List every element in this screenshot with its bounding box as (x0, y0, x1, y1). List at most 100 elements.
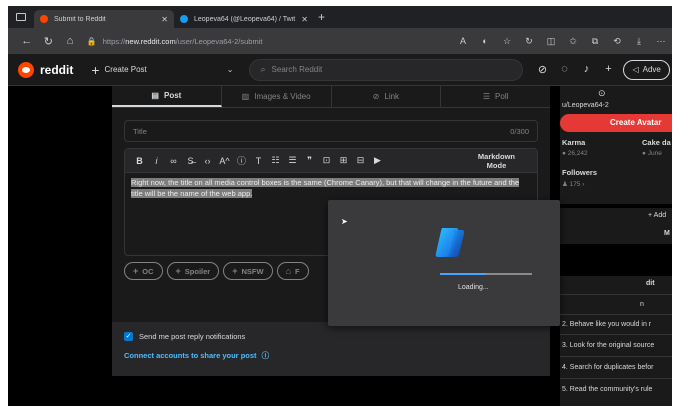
add-social-link-button[interactable]: + Add (648, 212, 666, 219)
poll-icon: ☰ (482, 92, 491, 101)
favorite-star-icon[interactable]: ☆ (496, 36, 518, 47)
search-placeholder: Search Reddit (271, 65, 323, 74)
twitter-favicon-icon (180, 15, 188, 23)
rule-item: 4. Search for duplicates befor (562, 364, 654, 371)
refresh-page-icon[interactable]: ↻ (518, 36, 540, 47)
create-avatar-button[interactable]: Create Avatar (560, 114, 672, 132)
inline-code-icon[interactable]: ‹› (199, 156, 216, 166)
advertise-button[interactable]: ◁ Adve (623, 59, 670, 80)
search-icon: ⌕ (260, 64, 266, 74)
create-post-plus-icon[interactable]: + (597, 63, 619, 76)
image-insert-icon[interactable]: ⊟ (352, 155, 369, 166)
plus-icon: + (232, 266, 238, 276)
rule-item: n (640, 301, 644, 308)
url-prefix: https:// (102, 36, 126, 46)
title-input[interactable]: Title 0/300 (124, 120, 538, 142)
new-tab-icon[interactable]: + (318, 10, 325, 24)
history-icon[interactable]: ⟲ (606, 36, 628, 47)
create-post-menu[interactable]: + Create Post (91, 62, 146, 78)
nsfw-button[interactable]: + NSFW (223, 262, 273, 280)
followers-number: 175 (569, 181, 581, 188)
tab-link[interactable]: ⊘ Link (332, 86, 442, 107)
oc-label: OC (142, 266, 154, 276)
rule-item: 3. Look for the original source (562, 342, 655, 349)
back-icon[interactable]: ← (16, 35, 38, 47)
reddit-logo-icon[interactable] (18, 61, 34, 78)
karma-value: ● 26,242 (562, 150, 588, 157)
markdown-mode-line2: Mode (486, 160, 507, 170)
flair-button[interactable]: ⌂ F (276, 262, 309, 280)
numbered-list-icon[interactable]: ☰ (284, 155, 301, 166)
chat-icon[interactable]: ◌ (553, 63, 575, 76)
markdown-mode-toggle[interactable]: Markdown Mode (478, 152, 515, 170)
url-field[interactable]: 🔒 https://new.reddit.com/user/Leopeva64-… (86, 32, 441, 50)
download-icon[interactable]: ⤓ (628, 36, 650, 47)
popular-icon[interactable]: ⊘ (531, 63, 553, 76)
code-block-icon[interactable]: ⊡ (318, 155, 335, 166)
reddit-wordmark[interactable]: reddit (40, 63, 73, 77)
collections-icon[interactable]: ⧉ (584, 36, 606, 47)
video-insert-icon[interactable]: ▶ (369, 155, 386, 166)
close-tab-icon[interactable]: ✕ (301, 15, 308, 24)
mouse-cursor-icon: ➤ (341, 217, 348, 226)
refresh-icon[interactable]: ↻ (38, 35, 60, 48)
link-insert-icon[interactable]: ∞ (165, 156, 182, 166)
editor-toolbar: B i ∞ S̶ ‹› A^ ⓘ T ☷ ☰ ❞ ⊡ ⊞ ⊟ ▶ Markdow… (125, 149, 537, 173)
oc-button[interactable]: + OC (124, 262, 163, 280)
tab-images-label: Images & Video (254, 92, 311, 101)
favorites-icon[interactable]: ✩ (562, 36, 584, 47)
reply-notifications-label: Send me post reply notifications (139, 332, 246, 341)
tab-images-video[interactable]: ▨ Images & Video (222, 86, 332, 107)
cake-day-value: ● June (642, 150, 662, 157)
tab-link-label: Link (384, 92, 400, 101)
plus-icon: + (133, 266, 139, 276)
followers-label: Followers (562, 168, 598, 177)
italic-icon[interactable]: i (148, 156, 165, 166)
chevron-down-icon[interactable]: ⌄ (227, 65, 234, 74)
table-icon[interactable]: ⊞ (335, 155, 352, 166)
followers-value[interactable]: ♟ 175 › (562, 180, 584, 188)
window-menu-icon[interactable] (16, 13, 26, 21)
rule-item: 5. Read the community's rule (562, 386, 653, 393)
profile-username[interactable]: u/Leopeva64-2 (562, 102, 609, 109)
more-icon[interactable]: ⋯ (650, 36, 672, 47)
reply-notifications-option[interactable]: ✓ Send me post reply notifications (124, 332, 245, 341)
connect-accounts-link[interactable]: Connect accounts to share your post ⓘ (124, 350, 269, 361)
tab-post-label: Post (163, 91, 182, 100)
quote-block-icon[interactable]: ❞ (301, 155, 318, 166)
tab-post[interactable]: ▤ Post (112, 86, 222, 107)
post-options-footer: ✓ Send me post reply notifications Conne… (112, 322, 550, 376)
karma-label: Karma (562, 138, 586, 147)
close-tab-icon[interactable]: ✕ (161, 15, 168, 24)
spoiler-icon[interactable]: ⓘ (233, 154, 250, 167)
share-icon[interactable]: ⊙ (598, 88, 606, 99)
selected-body-text: Right now, the title on all media contro… (131, 178, 520, 198)
extension-icon[interactable]: ◐ (474, 36, 496, 47)
tab-poll[interactable]: ☰ Poll (441, 86, 550, 107)
post-body-text[interactable]: Right now, the title on all media contro… (125, 173, 537, 203)
search-input[interactable]: ⌕ Search Reddit (249, 58, 524, 81)
url-path: /user/Leopeva64-2/submit (175, 36, 263, 46)
superscript-icon[interactable]: A^ (216, 156, 233, 166)
split-screen-icon[interactable]: ◫ (540, 36, 562, 47)
tab-twitter[interactable]: Leopeva64 (@Leopeva64) / Twit ✕ (174, 10, 314, 28)
reddit-favicon-icon (40, 15, 48, 23)
spoiler-button[interactable]: + Spoiler (166, 262, 220, 280)
home-icon[interactable]: ⌂ (59, 35, 81, 47)
strikethrough-icon[interactable]: S̶ (182, 156, 199, 166)
info-icon[interactable]: ⓘ (262, 351, 270, 360)
heading-icon[interactable]: T (250, 156, 267, 166)
plus-icon: + (91, 61, 100, 78)
read-aloud-icon[interactable]: A (452, 36, 474, 47)
bulleted-list-icon[interactable]: ☷ (267, 155, 284, 166)
tab-submit-to-reddit[interactable]: Submit to Reddit ✕ (34, 10, 174, 28)
image-icon: ▨ (241, 92, 250, 101)
bold-icon[interactable]: B (131, 156, 148, 166)
document-icon: ▤ (151, 91, 159, 100)
loading-progress-bar (440, 273, 532, 275)
mod-label[interactable]: M (664, 230, 670, 237)
notifications-bell-icon[interactable]: ♪ (575, 63, 597, 76)
browser-tab-bar: Submit to Reddit ✕ Leopeva64 (@Leopeva64… (8, 6, 672, 28)
reply-notifications-checkbox[interactable]: ✓ (124, 332, 133, 341)
nsfw-label: NSFW (241, 266, 264, 276)
